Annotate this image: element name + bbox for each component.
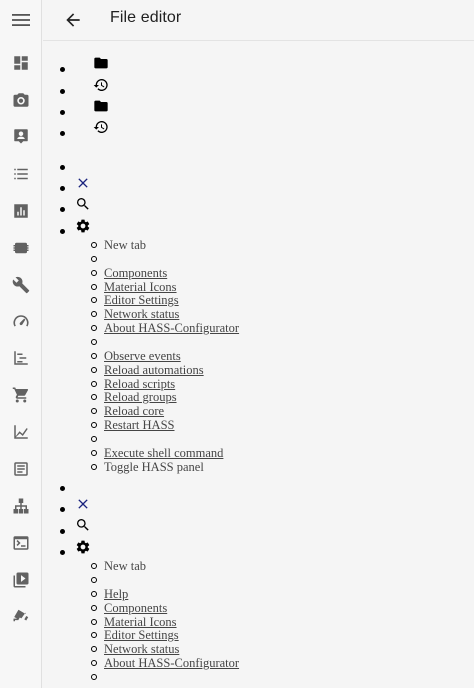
cctv-icon[interactable] [12, 607, 30, 625]
menu-item-toggle-panel[interactable]: Toggle HASS panel [104, 460, 204, 474]
account-box-icon[interactable] [12, 127, 30, 145]
sub-list-bullet [91, 394, 97, 400]
back-arrow-icon[interactable] [63, 10, 83, 30]
sub-list-bullet [91, 563, 97, 569]
chip-icon[interactable] [12, 239, 30, 257]
sub-list-bullet [91, 591, 97, 597]
history-icon[interactable] [93, 77, 109, 93]
console-icon[interactable] [12, 534, 30, 552]
sub-list-bullet [91, 674, 97, 680]
sub-list-bullet [91, 464, 97, 470]
history-icon[interactable] [93, 119, 109, 135]
bar-chart-icon[interactable] [12, 202, 30, 220]
list-bullet [60, 89, 65, 94]
sub-list-bullet [91, 256, 97, 262]
play-box-icon[interactable] [12, 571, 30, 589]
menu-item-new-tab[interactable]: New tab [104, 238, 146, 252]
sub-list-bullet [91, 325, 97, 331]
sub-list-bullet [91, 311, 97, 317]
menu-link-material-icons[interactable]: Material Icons [104, 615, 177, 629]
menu-link-observe-events[interactable]: Observe events [104, 349, 181, 363]
folder-icon[interactable] [93, 55, 109, 71]
close-icon[interactable] [75, 175, 91, 191]
network-icon[interactable] [12, 497, 30, 515]
sub-list-bullet [91, 450, 97, 456]
sub-list-bullet [91, 297, 97, 303]
gear-icon[interactable] [75, 218, 91, 234]
sub-list-bullet [91, 381, 97, 387]
list-icon[interactable] [12, 165, 30, 183]
menu-link-reload-automations[interactable]: Reload automations [104, 363, 204, 377]
area-chart-icon[interactable] [12, 423, 30, 441]
search-icon[interactable] [75, 196, 91, 212]
menu-link-about[interactable]: About HASS-Configurator [104, 656, 239, 670]
menu-link-reload-groups[interactable]: Reload groups [104, 390, 177, 404]
app-toolbar: File editor [43, 0, 474, 41]
gauge-icon[interactable] [12, 313, 30, 331]
close-icon[interactable] [75, 496, 91, 512]
editor-content: New tab Components Material Icons Editor… [43, 41, 474, 688]
menu-link-execute-shell[interactable]: Execute shell command [104, 446, 223, 460]
list-bullet [60, 507, 65, 512]
sub-list-bullet [91, 367, 97, 373]
menu-link-about[interactable]: About HASS-Configurator [104, 321, 239, 335]
sub-list-bullet [91, 436, 97, 442]
page-title: File editor [110, 9, 182, 26]
sub-list-bullet [91, 646, 97, 652]
sub-list-bullet [91, 619, 97, 625]
sub-list-bullet [91, 284, 97, 290]
cart-icon[interactable] [12, 386, 30, 404]
menu-link-components[interactable]: Components [104, 601, 167, 615]
sub-list-bullet [91, 660, 97, 666]
list-bullet [60, 131, 65, 136]
list-bullet [60, 486, 65, 491]
menu-link-network-status[interactable]: Network status [104, 307, 179, 321]
wrench-icon[interactable] [12, 276, 30, 294]
gear-icon[interactable] [75, 539, 91, 555]
list-bullet [60, 529, 65, 534]
sidebar [0, 0, 42, 688]
overview-icon[interactable] [12, 54, 30, 72]
menu-link-reload-core[interactable]: Reload core [104, 404, 164, 418]
menu-icon[interactable] [11, 11, 31, 29]
menu-link-help[interactable]: Help [104, 587, 128, 601]
search-icon[interactable] [75, 517, 91, 533]
list-bullet [60, 550, 65, 555]
sub-list-bullet [91, 632, 97, 638]
list-bullet [60, 110, 65, 115]
sub-list-bullet [91, 408, 97, 414]
menu-link-network-status[interactable]: Network status [104, 642, 179, 656]
menu-link-restart-hass[interactable]: Restart HASS [104, 418, 175, 432]
sub-list-bullet [91, 242, 97, 248]
menu-item-new-tab[interactable]: New tab [104, 559, 146, 573]
menu-link-editor-settings[interactable]: Editor Settings [104, 628, 179, 642]
text-box-icon[interactable] [12, 460, 30, 478]
folder-icon[interactable] [93, 98, 109, 114]
list-bullet [60, 186, 65, 191]
list-bullet [60, 67, 65, 72]
menu-link-reload-scripts[interactable]: Reload scripts [104, 377, 175, 391]
sub-list-bullet [91, 422, 97, 428]
sub-list-bullet [91, 577, 97, 583]
timeline-icon[interactable] [12, 349, 30, 367]
sub-list-bullet [91, 353, 97, 359]
sub-list-bullet [91, 270, 97, 276]
list-bullet [60, 207, 65, 212]
list-bullet [60, 165, 65, 170]
list-bullet [60, 229, 65, 234]
menu-link-components[interactable]: Components [104, 266, 167, 280]
sub-list-bullet [91, 605, 97, 611]
menu-link-editor-settings[interactable]: Editor Settings [104, 293, 179, 307]
menu-link-material-icons[interactable]: Material Icons [104, 280, 177, 294]
camera-icon[interactable] [12, 91, 30, 109]
sub-list-bullet [91, 339, 97, 345]
